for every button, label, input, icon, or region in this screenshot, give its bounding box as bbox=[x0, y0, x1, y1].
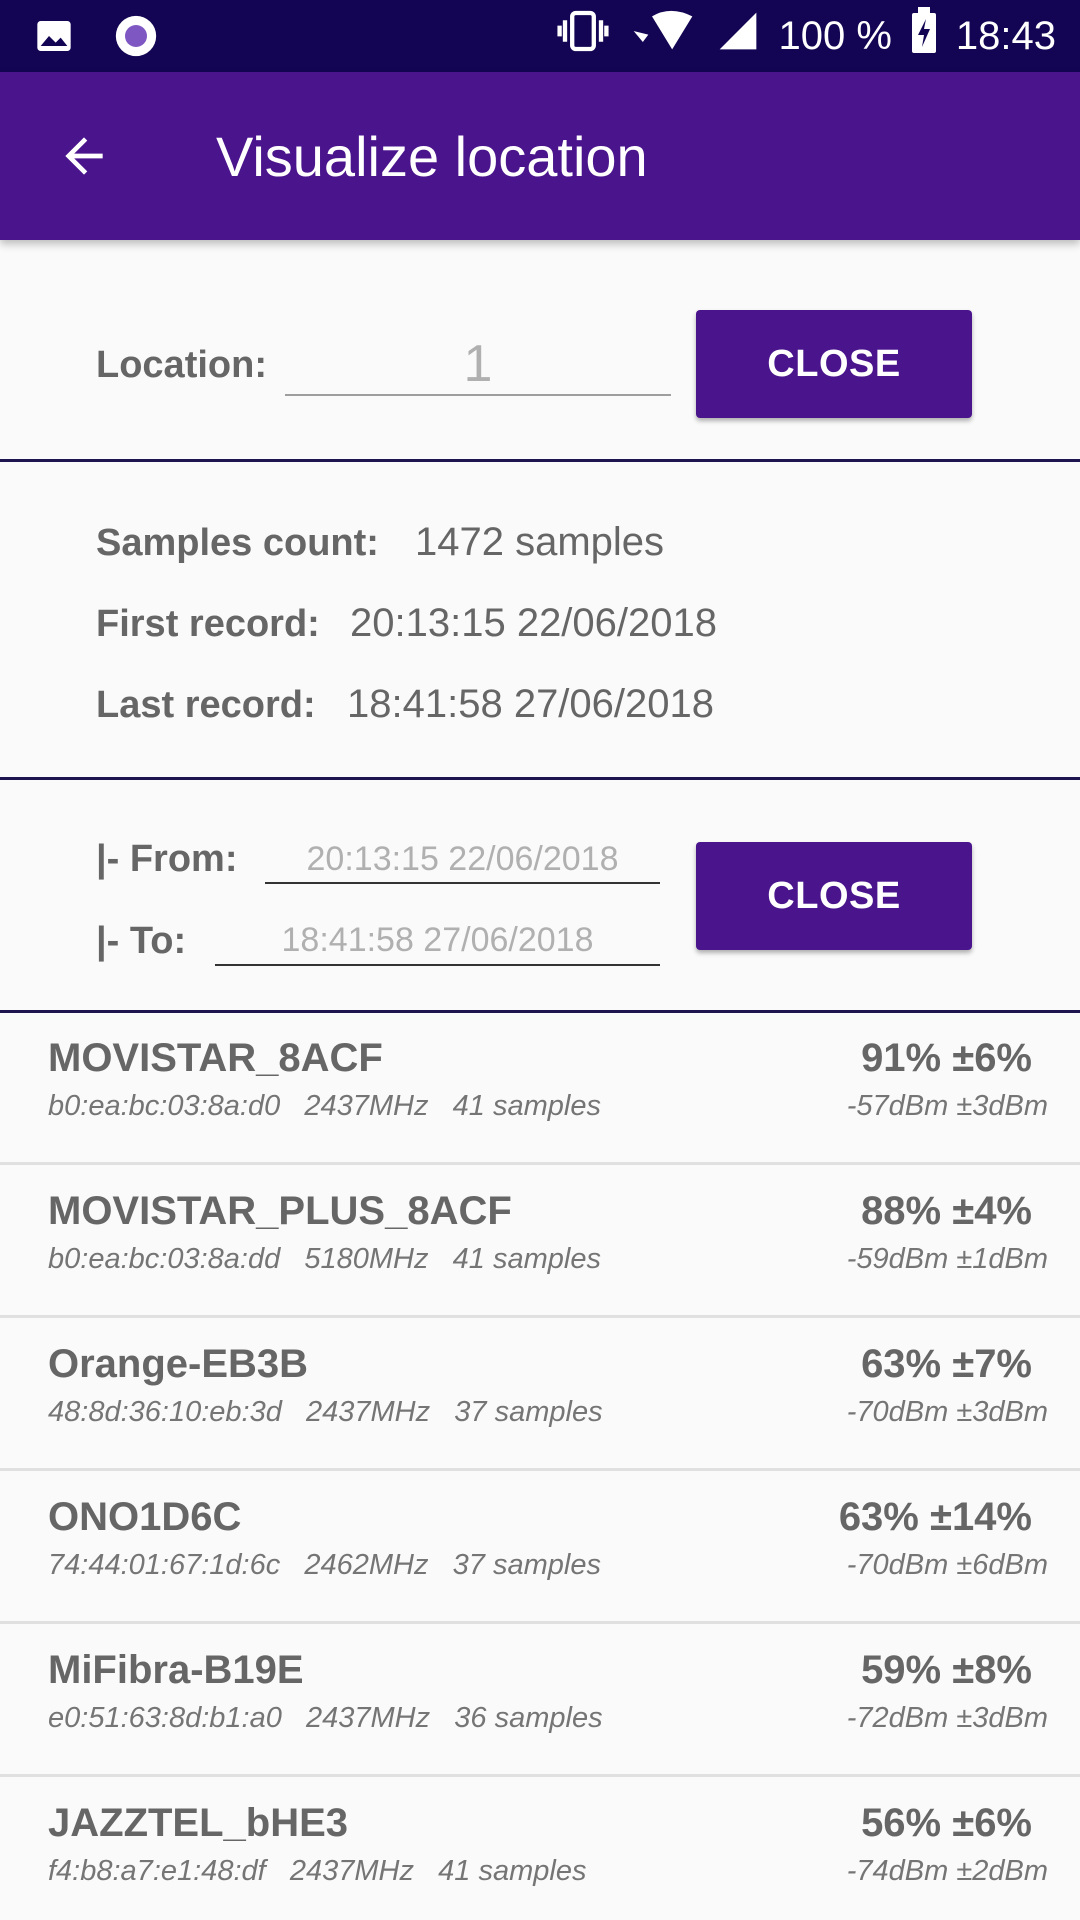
network-signal: -70dBm ±3dBm bbox=[846, 1396, 1048, 1428]
network-quality: 91% ±6% bbox=[861, 1036, 1032, 1080]
first-record-label: First record: bbox=[96, 603, 320, 645]
location-value: 1 bbox=[463, 335, 493, 393]
network-mac: 48:8d:36:10:eb:3d bbox=[48, 1396, 282, 1428]
range-section: |- From: 20:13:15 22/06/2018 |- To: 18:4… bbox=[0, 780, 1080, 1010]
wifi-icon bbox=[628, 9, 698, 63]
network-signal: -72dBm ±3dBm bbox=[846, 1702, 1048, 1734]
to-date-value: 18:41:58 27/06/2018 bbox=[281, 921, 594, 959]
network-signal: -59dBm ±1dBm bbox=[846, 1243, 1048, 1275]
network-samples: 41 samples bbox=[452, 1090, 601, 1122]
circle-app-icon bbox=[114, 14, 158, 63]
network-frequency: 2437MHz bbox=[289, 1855, 414, 1887]
network-details: e0:51:63:8d:b1:a0 2437MHz 36 samples bbox=[48, 1702, 603, 1735]
first-record-value: 20:13:15 22/06/2018 bbox=[350, 601, 718, 645]
network-signal: -57dBm ±3dBm bbox=[846, 1090, 1048, 1122]
network-mac: b0:ea:bc:03:8a:d0 bbox=[48, 1090, 281, 1122]
last-record-label: Last record: bbox=[96, 684, 316, 726]
battery-text: 100 % bbox=[778, 13, 892, 58]
network-quality: 63% ±7% bbox=[861, 1342, 1032, 1386]
cell-signal-icon bbox=[716, 9, 760, 63]
location-section: Location: 1 CLOSE bbox=[0, 240, 1080, 460]
location-label: Location: bbox=[96, 344, 267, 386]
network-name: MOVISTAR_PLUS_8ACF bbox=[48, 1189, 512, 1233]
network-name: JAZZTEL_bHE3 bbox=[48, 1801, 349, 1845]
network-name: MOVISTAR_8ACF bbox=[48, 1036, 383, 1080]
network-samples: 36 samples bbox=[454, 1702, 603, 1734]
network-signal: -74dBm ±2dBm bbox=[846, 1855, 1048, 1887]
stats-section: Samples count: 1472 samples First record… bbox=[0, 462, 1080, 778]
network-list: MOVISTAR_8ACF b0:ea:bc:03:8a:d0 2437MHz … bbox=[0, 1012, 1080, 1920]
to-label: |- To: bbox=[96, 920, 187, 962]
network-quality: 59% ±8% bbox=[861, 1648, 1032, 1692]
samples-count-label: Samples count: bbox=[96, 522, 379, 564]
list-item[interactable]: MOVISTAR_8ACF b0:ea:bc:03:8a:d0 2437MHz … bbox=[0, 1012, 1080, 1165]
network-signal: -70dBm ±6dBm bbox=[846, 1549, 1048, 1581]
list-item[interactable]: Orange-EB3B 48:8d:36:10:eb:3d 2437MHz 37… bbox=[0, 1318, 1080, 1471]
list-item[interactable]: JAZZTEL_bHE3 f4:b8:a7:e1:48:df 2437MHz 4… bbox=[0, 1777, 1080, 1920]
network-name: MiFibra-B19E bbox=[48, 1648, 304, 1692]
list-item[interactable]: MiFibra-B19E e0:51:63:8d:b1:a0 2437MHz 3… bbox=[0, 1624, 1080, 1777]
samples-count-value: 1472 samples bbox=[415, 520, 665, 564]
network-quality: 56% ±6% bbox=[861, 1801, 1032, 1845]
network-samples: 37 samples bbox=[452, 1549, 601, 1581]
network-details: 74:44:01:67:1d:6c 2462MHz 37 samples bbox=[48, 1549, 601, 1582]
page-title: Visualize location bbox=[216, 125, 648, 188]
from-label: |- From: bbox=[96, 838, 238, 880]
network-quality: 88% ±4% bbox=[861, 1189, 1032, 1233]
list-item[interactable]: ONO1D6C 74:44:01:67:1d:6c 2462MHz 37 sam… bbox=[0, 1471, 1080, 1624]
network-frequency: 2462MHz bbox=[304, 1549, 429, 1581]
network-details: f4:b8:a7:e1:48:df 2437MHz 41 samples bbox=[48, 1855, 586, 1888]
network-name: Orange-EB3B bbox=[48, 1342, 309, 1386]
image-icon bbox=[34, 16, 74, 61]
network-details: b0:ea:bc:03:8a:d0 2437MHz 41 samples bbox=[48, 1090, 601, 1123]
network-mac: f4:b8:a7:e1:48:df bbox=[48, 1855, 266, 1887]
last-record-value: 18:41:58 27/06/2018 bbox=[347, 682, 715, 726]
status-bar: 100 % 18:43 bbox=[0, 0, 1080, 72]
network-samples: 37 samples bbox=[454, 1396, 603, 1428]
network-frequency: 2437MHz bbox=[306, 1702, 431, 1734]
network-samples: 41 samples bbox=[452, 1243, 601, 1275]
list-item[interactable]: MOVISTAR_PLUS_8ACF b0:ea:bc:03:8a:dd 518… bbox=[0, 1165, 1080, 1318]
network-mac: b0:ea:bc:03:8a:dd bbox=[48, 1243, 281, 1275]
network-samples: 41 samples bbox=[438, 1855, 587, 1887]
network-frequency: 2437MHz bbox=[304, 1090, 429, 1122]
clock: 18:43 bbox=[955, 13, 1056, 58]
battery-charging-icon bbox=[910, 7, 938, 65]
network-frequency: 2437MHz bbox=[306, 1396, 431, 1428]
network-frequency: 5180MHz bbox=[304, 1243, 429, 1275]
arrow-back-icon[interactable] bbox=[54, 128, 114, 184]
network-name: ONO1D6C bbox=[48, 1495, 242, 1539]
network-mac: 74:44:01:67:1d:6c bbox=[48, 1549, 281, 1581]
network-quality: 63% ±14% bbox=[838, 1495, 1032, 1539]
network-mac: e0:51:63:8d:b1:a0 bbox=[48, 1702, 282, 1734]
network-details: 48:8d:36:10:eb:3d 2437MHz 37 samples bbox=[48, 1396, 603, 1429]
close-location-button[interactable]: CLOSE bbox=[696, 310, 972, 418]
close-range-button[interactable]: CLOSE bbox=[696, 842, 972, 950]
vibrate-icon bbox=[556, 9, 610, 63]
app-bar: Visualize location bbox=[0, 72, 1080, 240]
from-date-value: 20:13:15 22/06/2018 bbox=[306, 840, 619, 878]
network-details: b0:ea:bc:03:8a:dd 5180MHz 41 samples bbox=[48, 1243, 601, 1276]
